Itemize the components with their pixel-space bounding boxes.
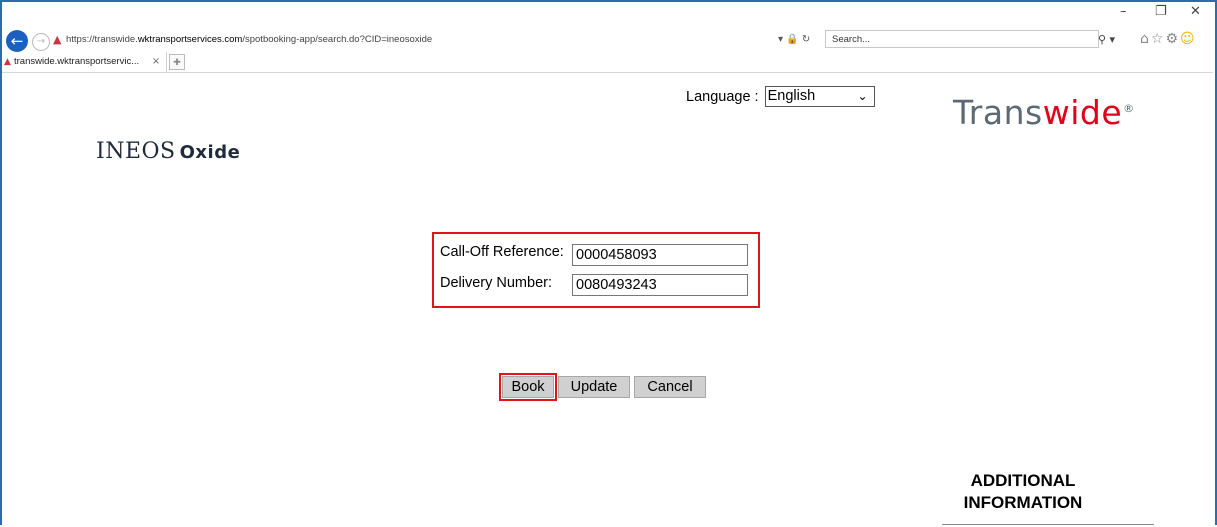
search-icon[interactable]: ⚲ ▾ <box>1098 31 1115 49</box>
calloff-reference-label: Call-Off Reference: <box>440 244 564 260</box>
address-bar[interactable]: https://transwide.wktransportservices.co… <box>66 31 816 49</box>
tab-close-icon[interactable]: × <box>152 52 160 72</box>
back-arrow-icon[interactable]: ← <box>6 30 28 52</box>
url-prefix: https://transwide. <box>66 34 138 45</box>
site-favicon-icon: ▲ <box>53 33 62 46</box>
delivery-number-label: Delivery Number: <box>440 275 552 291</box>
cancel-button[interactable]: Cancel <box>634 376 706 398</box>
url-path: /spotbooking-app/search.do?CID=ineosoxid… <box>242 34 433 45</box>
ineos-oxide-logo: INEOS Oxide <box>96 139 240 164</box>
transwide-logo-part-a: Trans <box>953 93 1043 132</box>
calloff-reference-input[interactable]: 0000458093 <box>572 244 748 266</box>
language-value: English <box>767 88 816 104</box>
feedback-smiley-icon[interactable]: ☺ <box>1180 31 1197 47</box>
tab-title: transwide.wktransportservic... <box>14 56 140 67</box>
minimize-icon[interactable]: – <box>1120 4 1127 19</box>
ineos-oxide-text: Oxide <box>179 142 241 163</box>
additional-information-heading: ADDITIONAL INFORMATION <box>948 470 1098 514</box>
transwide-logo-part-b: wide <box>1042 93 1123 132</box>
favorites-star-icon[interactable]: ☆ <box>1151 31 1166 47</box>
update-button[interactable]: Update <box>558 376 630 398</box>
lock-icon: 🔒 <box>786 34 799 45</box>
restore-icon[interactable]: ❐ <box>1155 4 1167 19</box>
transwide-logo: Transwide® <box>953 93 1135 132</box>
tab-favicon-icon: ▲ <box>4 57 11 67</box>
additional-information-line-1: ADDITIONAL <box>970 471 1076 490</box>
close-icon[interactable]: ✕ <box>1190 4 1201 19</box>
language-select[interactable]: English ⌄ <box>764 86 875 107</box>
language-label: Language : <box>686 88 759 105</box>
ineos-logo-text: INEOS <box>96 139 176 164</box>
settings-gear-icon[interactable]: ⚙ <box>1165 31 1180 47</box>
url-domain: wktransportservices.com <box>137 34 243 45</box>
refresh-icon[interactable]: ↻ <box>802 34 810 45</box>
additional-information-line-2: INFORMATION <box>963 493 1083 512</box>
book-button[interactable]: Book <box>499 373 557 401</box>
tab-transwide[interactable]: ▲ transwide.wktransportservic... × <box>2 52 167 72</box>
delivery-number-input[interactable]: 0080493243 <box>572 274 748 296</box>
browser-right-icons: ⌂☆⚙☺ <box>1140 29 1197 49</box>
tab-bar: ▲ transwide.wktransportservic... × ✚ <box>2 52 1213 73</box>
additional-information-divider <box>942 524 1154 525</box>
forward-arrow-icon[interactable]: → <box>32 33 50 51</box>
browser-search-input[interactable]: Search... <box>825 30 1099 48</box>
address-bar-actions[interactable]: ▾ 🔒 ↻ <box>778 31 810 49</box>
chevron-down-icon: ⌄ <box>857 89 868 103</box>
language-selector: Language : English ⌄ <box>686 86 875 107</box>
home-icon[interactable]: ⌂ <box>1140 31 1151 47</box>
dropdown-icon[interactable]: ▾ <box>778 34 783 45</box>
new-tab-icon[interactable]: ✚ <box>169 54 185 70</box>
